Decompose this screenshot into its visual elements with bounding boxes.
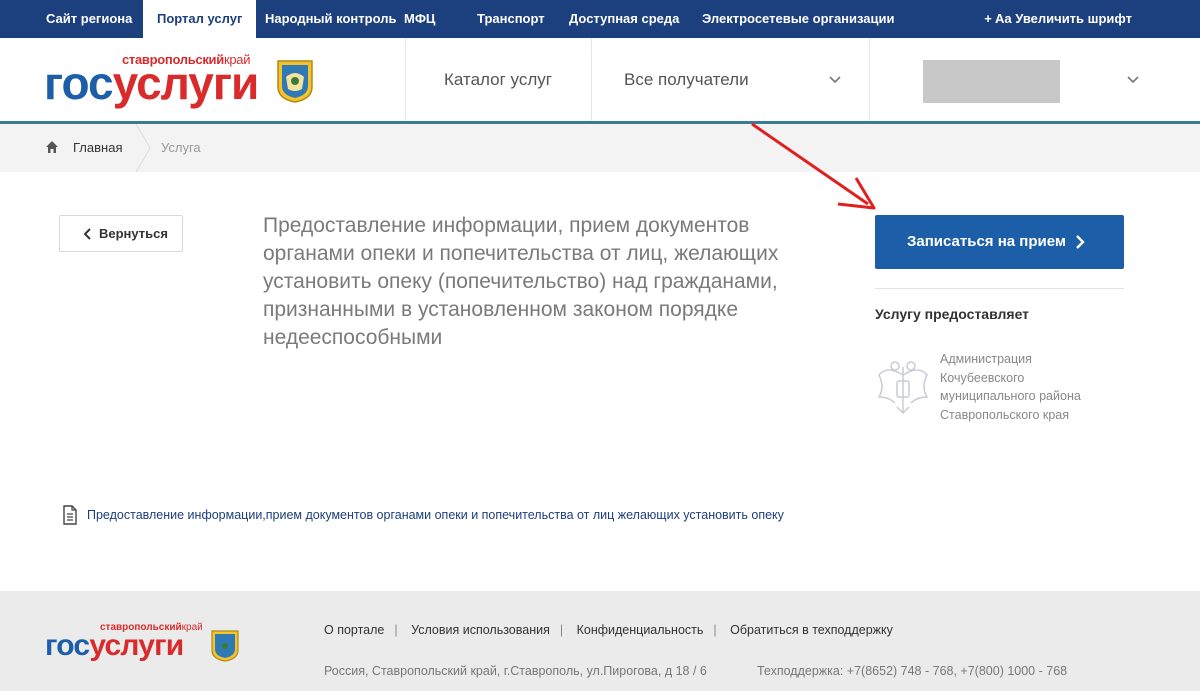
- annotation-arrow: [751, 122, 876, 210]
- nav-grid-organizations[interactable]: Электросетевые организации: [702, 0, 895, 38]
- service-title: Предоставление информации, прием докумен…: [263, 214, 779, 349]
- nav-public-control[interactable]: Народный контроль: [265, 0, 396, 38]
- coat-of-arms-icon: [877, 361, 929, 415]
- provider-heading: Услугу предоставляет: [875, 306, 1030, 322]
- footer-link-terms[interactable]: Условия использования: [411, 623, 550, 637]
- divider: [875, 288, 1124, 289]
- recipients-dropdown[interactable]: Все получатели: [624, 38, 749, 121]
- appointment-label: Записаться на прием: [907, 233, 1066, 250]
- emblem-icon: [211, 630, 239, 662]
- provider-name[interactable]: Администрация Кочубеевского муниципально…: [940, 350, 1110, 424]
- footer-logo[interactable]: ставропольскийкрай госуслуги: [45, 621, 245, 665]
- nav-services-portal[interactable]: Портал услуг: [143, 0, 257, 38]
- footer-link-about[interactable]: О портале: [324, 623, 384, 637]
- breadcrumb: Главная Услуга: [0, 124, 1200, 172]
- logo-wordmark: госуслуги: [44, 57, 259, 109]
- home-icon[interactable]: [45, 140, 59, 154]
- footer-link-support[interactable]: Обратиться в техподдержку: [730, 623, 893, 637]
- document-link[interactable]: Предоставление информации,прием документ…: [87, 508, 784, 522]
- breadcrumb-current: Услуга: [161, 140, 201, 155]
- breadcrumb-home[interactable]: Главная: [73, 124, 122, 172]
- user-account[interactable]: [923, 60, 1060, 103]
- document-icon: [63, 505, 77, 525]
- emblem-icon: [277, 60, 313, 103]
- increase-font-toggle[interactable]: + Aa Увеличить шрифт: [984, 0, 1132, 38]
- footer-link-privacy[interactable]: Конфиденциальность: [577, 623, 704, 637]
- site-header: ставропольскийкрай госуслуги Каталог усл…: [0, 38, 1200, 121]
- nav-region-site[interactable]: Сайт региона: [46, 0, 132, 38]
- chevron-down-icon[interactable]: [828, 72, 842, 86]
- chevron-left-icon: [83, 228, 91, 240]
- back-button-label: Вернуться: [99, 226, 168, 241]
- footer-support-phone: Техподдержка: +7(8652) 748 - 768, +7(800…: [757, 664, 1068, 678]
- nav-transport[interactable]: Транспорт: [477, 0, 545, 38]
- catalog-menu[interactable]: Каталог услуг: [444, 38, 552, 121]
- footer-links: О портале | Условия использования | Конфид…: [324, 623, 893, 637]
- chevron-right-icon: [1076, 235, 1085, 249]
- footer-logo-wordmark: госуслуги: [45, 629, 184, 662]
- make-appointment-button[interactable]: Записаться на прием: [875, 215, 1124, 269]
- nav-mfc[interactable]: МФЦ: [404, 0, 435, 38]
- top-navigation: Сайт региона Портал услуг Народный контр…: [0, 0, 1200, 38]
- gosuslugi-logo[interactable]: ставропольскийкрай госуслуги: [44, 50, 324, 110]
- back-button[interactable]: Вернуться: [59, 215, 183, 252]
- breadcrumb-separator: [135, 124, 151, 172]
- footer-address: Россия, Ставропольский край, г.Ставропол…: [324, 664, 707, 678]
- nav-accessible-environment[interactable]: Доступная среда: [569, 0, 679, 38]
- chevron-down-icon[interactable]: [1126, 72, 1140, 86]
